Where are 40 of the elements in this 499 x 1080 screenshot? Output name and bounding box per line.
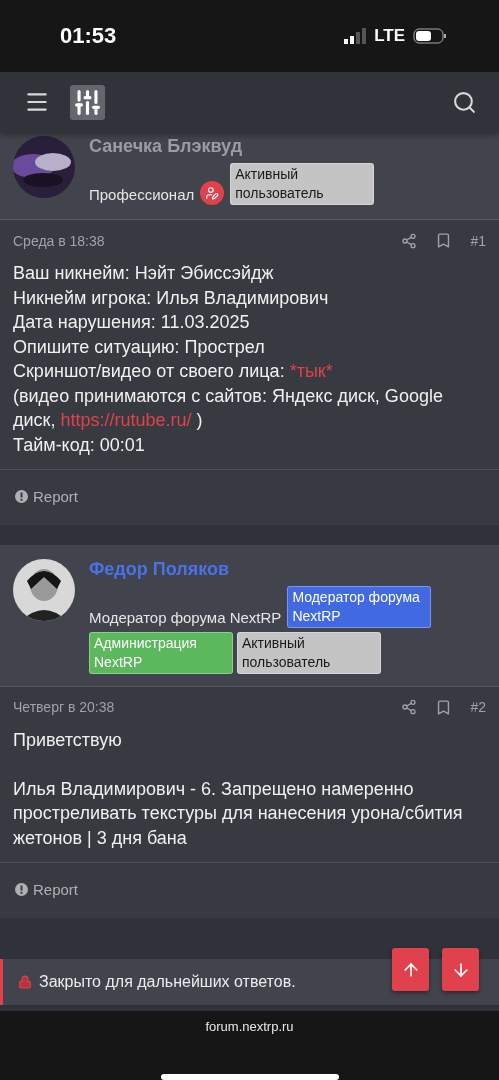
post-text: Ваш никнейм: Нэйт Эбиссэйдж <box>13 262 275 286</box>
post-number[interactable]: #2 <box>470 699 486 716</box>
share-button[interactable] <box>401 699 418 716</box>
post-date[interactable]: Четверг в 20:38 <box>13 699 384 716</box>
post-text: Илья Владимирович - 6. Запрещено намеренно простреливать текстуры для нанесения урона/сбития жетонов | 3 дня бана <box>13 777 464 850</box>
clock: 01:53 <box>60 23 117 50</box>
alert-icon <box>15 883 28 897</box>
username[interactable]: Федор Поляков <box>89 558 486 580</box>
post-text: Тайм-код: 00:01 <box>13 433 146 457</box>
user-title: Профессионал <box>89 185 195 206</box>
share-button[interactable] <box>401 232 418 249</box>
report-link[interactable]: Report <box>0 863 94 919</box>
post-text: Опишите ситуацию: Прострел <box>13 335 266 359</box>
search-button[interactable] <box>452 89 477 115</box>
signal-icon <box>344 28 367 45</box>
user-title: Модератор форума NextRP <box>89 607 282 628</box>
scroll-up-button[interactable] <box>392 948 429 991</box>
battery-icon <box>413 28 447 45</box>
address-bar[interactable]: forum.nextrp.ru <box>205 1019 294 1034</box>
post-text: (видео принимаются с сайтов: Яндекс диск, Google диск, https://rutube.ru/ ) <box>13 384 444 433</box>
post-link[interactable]: *тык* <box>289 361 333 382</box>
lock-icon <box>18 974 32 989</box>
user-banner: Модератор форума NextRP <box>287 585 432 628</box>
username[interactable]: Санечка Блэквуд <box>89 136 375 158</box>
user-banner: Активный пользователь <box>230 163 375 206</box>
post-text: Дата нарушения: 11.03.2025 <box>13 311 251 335</box>
network-label: LTE <box>374 26 405 47</box>
post-date[interactable]: Среда в 18:38 <box>13 232 384 249</box>
scroll-down-button[interactable] <box>442 948 479 991</box>
user-banner: Администрация NextRP <box>89 631 233 674</box>
post-text: Никнейм игрока: Илья Владимирович <box>13 286 330 310</box>
report-link[interactable]: Report <box>0 470 94 526</box>
user-banner: Активный пользователь <box>237 631 381 674</box>
post-text: Скриншот/видео от своего лица: *тык* <box>13 360 334 384</box>
post-link[interactable]: https://rutube.ru/ <box>60 410 192 431</box>
closed-notice: Закрыто для дальнейших ответов. <box>39 972 296 991</box>
post-number[interactable]: #1 <box>470 232 486 249</box>
post-text: Приветствую <box>13 728 123 752</box>
alert-icon <box>15 490 28 504</box>
filter-button[interactable] <box>70 84 105 120</box>
